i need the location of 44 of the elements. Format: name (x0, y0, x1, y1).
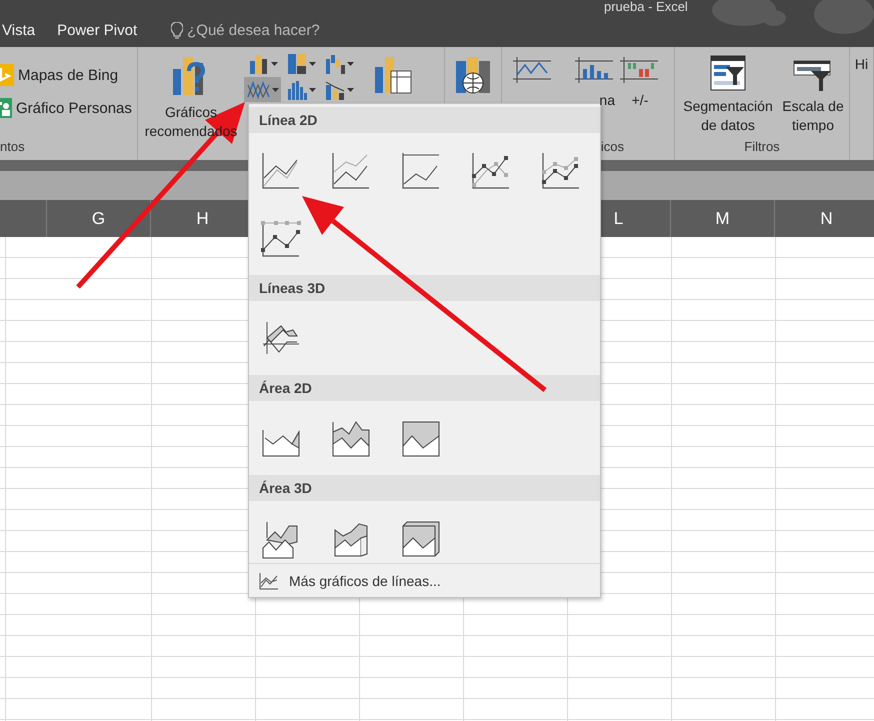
pivot-chart-icon (373, 55, 413, 95)
column-chart-icon (248, 52, 270, 74)
section-header: Línea 2D (249, 107, 600, 133)
globe-map-icon (454, 55, 492, 95)
column-header[interactable]: N (775, 200, 874, 237)
ribbon-button[interactable]: na (558, 47, 618, 110)
group-label: Filtros (744, 139, 780, 154)
column-sparkline-icon (575, 55, 615, 85)
map-pin-icon (0, 64, 14, 86)
lightbulb-icon (171, 22, 184, 40)
section-header: Líneas 3D (249, 275, 600, 301)
caret-icon (308, 88, 316, 92)
group-label: icos (600, 139, 624, 154)
column-header[interactable]: M (671, 200, 775, 237)
ribbon-button[interactable]: Gráfico Personas (0, 98, 132, 118)
sparkline-icon (513, 55, 553, 85)
caret-icon (308, 62, 316, 66)
histogram-icon (286, 78, 308, 100)
ribbon-button[interactable]: Mapas de Bing (0, 64, 132, 86)
more-charts-link[interactable]: Más gráficos de líneas... (253, 570, 447, 590)
section-header: Área 3D (249, 475, 600, 501)
slicer-filter-icon (710, 55, 746, 91)
search-field[interactable]: ¿Qué desea hacer? (187, 22, 320, 39)
waterfall-chart-icon (324, 52, 346, 74)
ribbon-button[interactable]: Escala de tiempo (779, 47, 847, 135)
people-chart-icon (0, 98, 12, 118)
window-title: prueba - Excel (604, 0, 689, 14)
column-header[interactable]: G (47, 200, 151, 237)
section-header: Área 2D (249, 375, 600, 401)
win-loss-icon (620, 55, 660, 85)
group-label: ntos (0, 139, 25, 154)
hierarchy-chart-icon (286, 52, 308, 74)
caret-icon (270, 62, 278, 66)
menu-tab[interactable]: Power Pivot (57, 22, 138, 39)
caret-icon (346, 88, 354, 92)
ribbon-button[interactable]: Hi (850, 47, 872, 74)
line-chart-icon (259, 572, 279, 590)
ribbon-button[interactable]: +/- (618, 47, 662, 110)
menu-tab[interactable]: Vista (2, 22, 36, 39)
caret-icon (272, 88, 278, 92)
line-chart-icon (246, 78, 270, 100)
ribbon-button[interactable]: Segmentación de datos (677, 47, 779, 135)
caret-icon (346, 62, 354, 66)
combo-chart-icon (324, 78, 346, 100)
